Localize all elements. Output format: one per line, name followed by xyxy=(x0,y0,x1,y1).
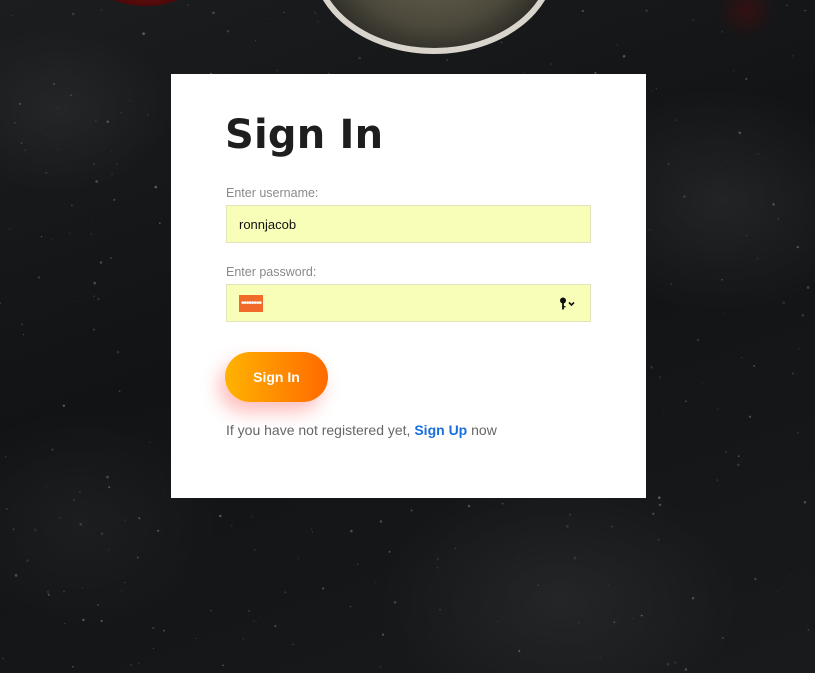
page-title: Sign In xyxy=(225,112,384,158)
register-prompt: If you have not registered yet, Sign Up … xyxy=(226,422,497,438)
register-prompt-suffix: now xyxy=(471,422,497,438)
register-prompt-prefix: If you have not registered yet, xyxy=(226,422,411,438)
password-field[interactable]: •••••••• xyxy=(226,284,591,322)
username-input[interactable] xyxy=(227,206,590,242)
key-icon[interactable] xyxy=(558,296,576,312)
sign-up-link[interactable]: Sign Up xyxy=(414,422,467,438)
password-label: Enter password: xyxy=(226,265,317,279)
password-masked-value: •••••••• xyxy=(239,295,264,312)
username-field-wrapper xyxy=(226,205,591,243)
username-label: Enter username: xyxy=(226,186,319,200)
sign-in-button[interactable]: Sign In xyxy=(225,352,328,402)
sign-in-card: Sign In Enter username: Enter password: … xyxy=(171,74,646,498)
